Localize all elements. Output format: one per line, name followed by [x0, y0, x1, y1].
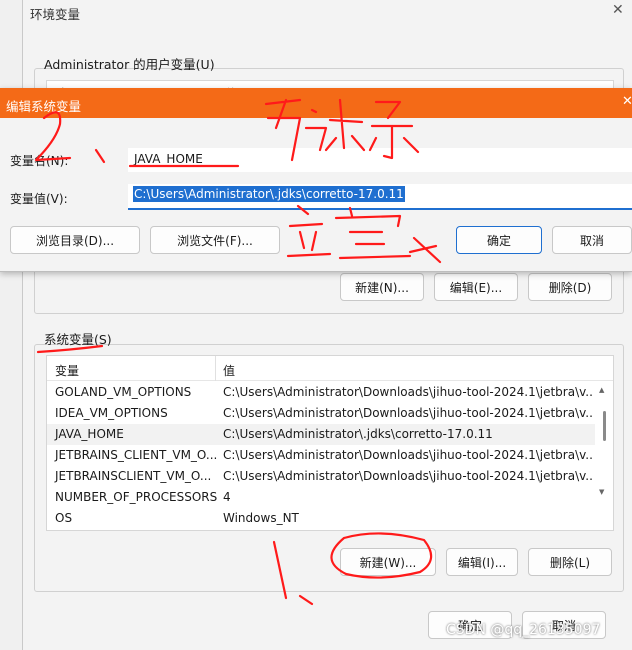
annotation-handwriting-name	[264, 98, 420, 162]
annotation-handwriting-value	[286, 204, 442, 264]
annotation-circle-new	[330, 532, 433, 579]
annotation-comma-1	[298, 594, 314, 606]
watermark: CSDN @qq_26135097	[446, 622, 601, 638]
handwritten-annotations	[34, 98, 442, 606]
annotation-number-1	[272, 540, 288, 600]
annotation-underline-system	[36, 344, 104, 354]
annotation-number-2	[34, 111, 72, 162]
annotation-comma-2	[94, 148, 106, 164]
